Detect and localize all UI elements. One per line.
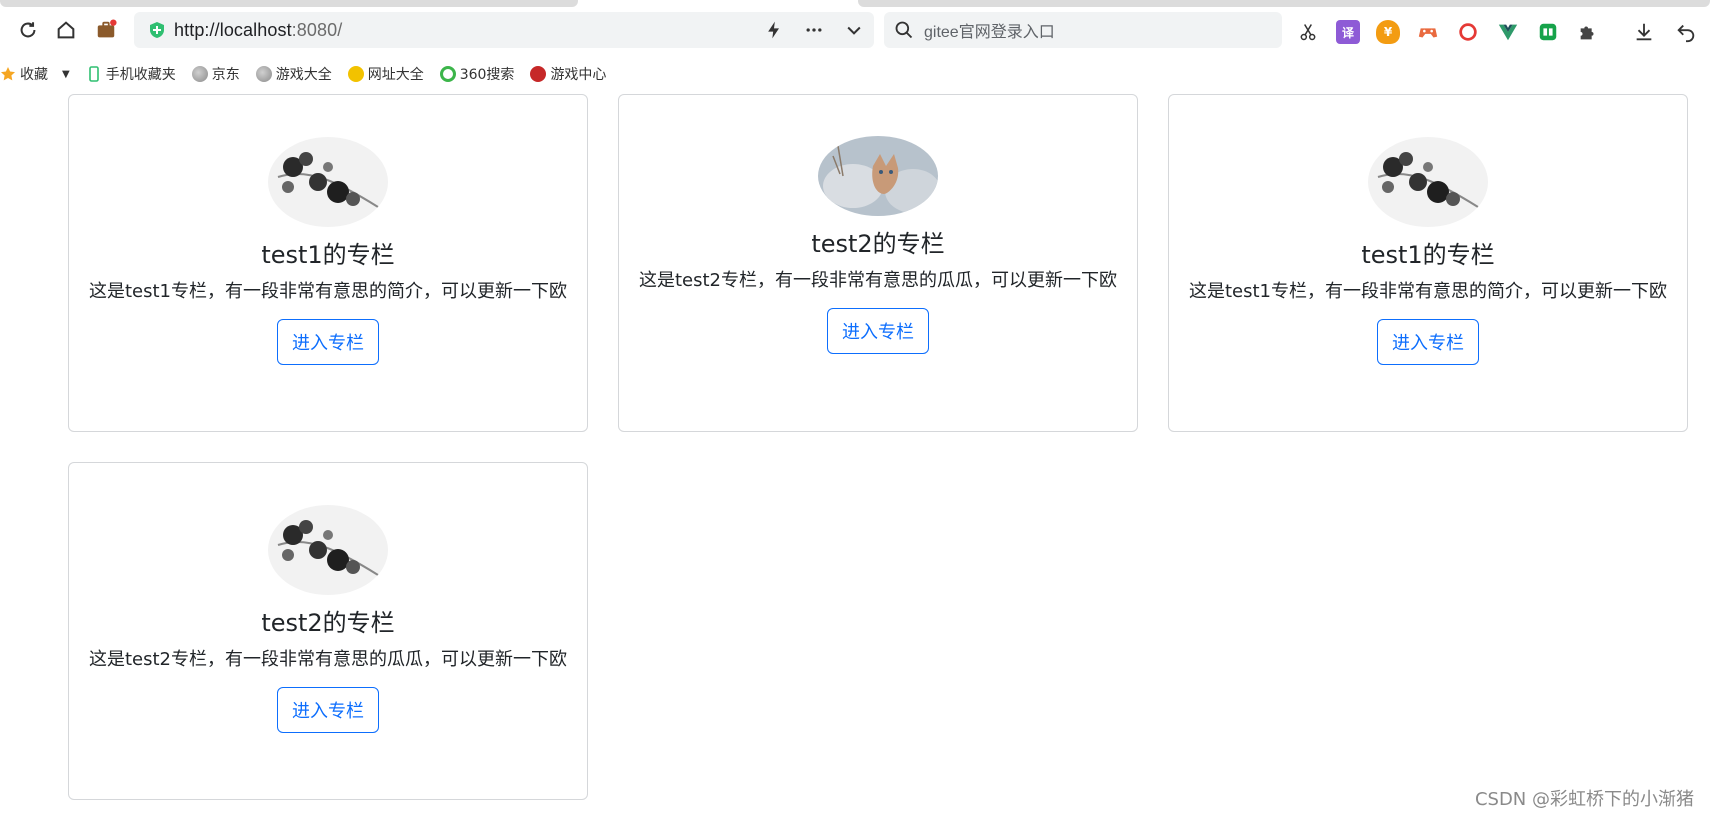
yen-icon[interactable]: ¥ [1376,20,1400,44]
card-title: test2的专栏 [261,609,395,637]
bookmarks-bar: 收藏 ▼ 手机收藏夹 京东 游戏大全 网址大全 360搜索 游戏中心 [0,56,1710,92]
globe-icon [255,66,272,82]
card-title: test1的专栏 [1361,241,1495,269]
bookmark-favorites[interactable]: 收藏 ▼ [0,64,70,84]
bookmark-360[interactable]: 360搜索 [439,64,514,84]
column-card: test2的专栏 这是test2专栏，有一段非常有意思的瓜瓜，可以更新一下欧 进… [68,462,588,800]
card-title: test1的专栏 [261,241,395,269]
translate-icon[interactable]: 译 [1336,20,1360,44]
book-icon[interactable] [1536,20,1560,44]
reload-icon[interactable] [14,16,42,44]
ring-icon[interactable] [1456,20,1480,44]
search-ring-icon [439,66,456,82]
bookmark-sites[interactable]: 网址大全 [347,64,424,84]
caret-down-icon[interactable]: ▼ [62,69,70,80]
briefcase-icon[interactable] [92,16,120,44]
card-description: 这是test2专栏，有一段非常有意思的瓜瓜，可以更新一下欧 [638,270,1118,291]
search-icon [895,21,913,39]
search-box[interactable]: gitee官网登录入口 [884,12,1282,48]
address-url: http://localhost:8080/ [174,19,343,40]
card-title: test2的专栏 [811,230,945,258]
home-icon[interactable] [52,16,80,44]
column-card: test2的专栏 这是test2专栏，有一段非常有意思的瓜瓜，可以更新一下欧 进… [618,94,1138,432]
chevron-down-icon[interactable] [840,16,868,44]
cat-avatar [818,136,938,216]
secure-shield-icon [150,22,164,38]
card-description: 这是test1专栏，有一段非常有意思的简介，可以更新一下欧 [88,281,568,302]
more-icon[interactable] [800,16,828,44]
enter-column-button[interactable]: 进入专栏 [827,308,929,354]
bookmark-mobile[interactable]: 手机收藏夹 [86,64,176,84]
address-bar[interactable]: http://localhost:8080/ [134,12,874,48]
browser-toolbar: http://localhost:8080/ gitee官网登录入口 译 ¥ [0,8,1710,52]
globe-icon [191,66,208,82]
browser-tab[interactable] [858,0,1710,7]
ink-flower-avatar [268,137,388,227]
ink-flower-avatar [1368,137,1488,227]
bookmark-jd[interactable]: 京东 [191,64,240,84]
page-content: test1的专栏 这是test1专栏，有一段非常有意思的简介，可以更新一下欧 进… [0,94,1710,817]
column-card: test1的专栏 这是test1专栏，有一段非常有意思的简介，可以更新一下欧 进… [68,94,588,432]
enter-column-button[interactable]: 进入专栏 [1377,319,1479,365]
browser-tab[interactable] [0,0,578,7]
tab-strip [0,0,1710,8]
bookmark-games[interactable]: 游戏大全 [255,64,332,84]
bookmark-gamecenter[interactable]: 游戏中心 [530,64,606,84]
vue-icon[interactable] [1496,20,1520,44]
ink-flower-avatar [268,505,388,595]
card-description: 这是test2专栏，有一段非常有意思的瓜瓜，可以更新一下欧 [88,649,568,670]
column-card: test1的专栏 这是test1专栏，有一段非常有意思的简介，可以更新一下欧 进… [1168,94,1688,432]
gamepad-icon[interactable] [1416,20,1440,44]
csdn-watermark: CSDN @彩虹桥下的小渐猪 [1474,789,1694,810]
arrows-icon [347,66,364,82]
enter-column-button[interactable]: 进入专栏 [277,319,379,365]
undo-icon[interactable] [1674,20,1698,44]
phone-icon [88,66,99,82]
game-icon [530,66,547,82]
card-description: 这是test1专栏，有一段非常有意思的简介，可以更新一下欧 [1188,281,1668,302]
lightning-icon[interactable] [760,16,788,44]
search-placeholder: gitee官网登录入口 [924,24,1055,41]
scissors-icon[interactable] [1296,20,1320,44]
enter-column-button[interactable]: 进入专栏 [277,687,379,733]
puzzle-icon[interactable] [1576,20,1600,44]
star-icon [1,67,15,81]
download-icon[interactable] [1632,20,1656,44]
